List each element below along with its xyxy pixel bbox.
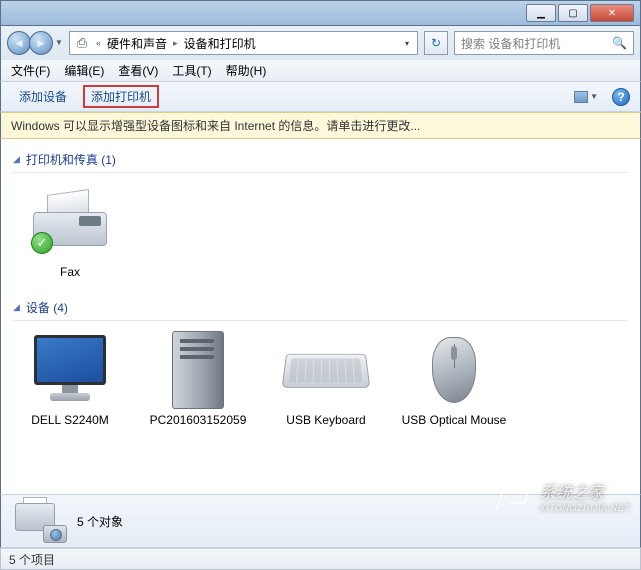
default-check-icon: ✓ <box>31 232 53 254</box>
address-dropdown[interactable]: ▾ <box>401 39 413 48</box>
watermark-sub: XITONGZHIJIA.NET <box>540 503 630 513</box>
item-pc-label: PC201603152059 <box>143 413 253 427</box>
keyboard-icon <box>282 331 370 409</box>
breadcrumb-devices[interactable]: 设备和打印机 <box>184 35 256 52</box>
menu-file[interactable]: 文件(F) <box>11 62 50 79</box>
search-icon: 🔍 <box>612 36 627 50</box>
item-fax-label: Fax <box>15 265 125 279</box>
nav-buttons: ◄ ► ▼ <box>7 30 63 56</box>
search-placeholder: 搜索 设备和打印机 <box>461 35 560 52</box>
details-icon <box>11 499 67 543</box>
group-printers-header[interactable]: ◢ 打印机和传真 (1) <box>13 145 628 173</box>
menu-bar: 文件(F) 编辑(E) 查看(V) 工具(T) 帮助(H) <box>0 60 641 82</box>
details-pane: 5 个对象 系统之家 XITONGZHIJIA.NET <box>0 494 641 548</box>
address-bar[interactable]: ⎙ « 硬件和声音 ▸ 设备和打印机 ▾ <box>69 31 418 55</box>
content-area: ◢ 打印机和传真 (1) ✓ Fax ◢ 设备 (4) DELL S2240M <box>0 139 641 494</box>
collapse-icon: ◢ <box>13 154 20 165</box>
item-fax[interactable]: ✓ Fax <box>15 183 125 279</box>
info-bar[interactable]: Windows 可以显示增强型设备图标和来自 Internet 的信息。请单击进… <box>0 112 641 139</box>
nav-history-dropdown[interactable]: ▼ <box>55 38 63 47</box>
close-button[interactable]: ✕ <box>590 4 634 22</box>
status-text: 5 个项目 <box>9 551 55 568</box>
toolbar-right: ▼ ? <box>574 88 630 106</box>
group-devices-header[interactable]: ◢ 设备 (4) <box>13 293 628 321</box>
menu-tools[interactable]: 工具(T) <box>172 62 211 79</box>
add-device-button[interactable]: 添加设备 <box>11 85 75 108</box>
back-button[interactable]: ◄ <box>7 31 31 55</box>
breadcrumb-sep1: « <box>94 38 103 48</box>
chevron-right-icon[interactable]: ▸ <box>171 38 180 49</box>
group-devices-items: DELL S2240M PC201603152059 USB Keyboard … <box>13 327 628 441</box>
help-button[interactable]: ? <box>612 88 630 106</box>
forward-button[interactable]: ► <box>29 31 53 55</box>
group-printers-items: ✓ Fax <box>13 179 628 293</box>
view-icon <box>574 91 588 103</box>
navigation-bar: ◄ ► ▼ ⎙ « 硬件和声音 ▸ 设备和打印机 ▾ ↻ 搜索 设备和打印机 🔍 <box>0 26 641 60</box>
breadcrumb-hardware[interactable]: 硬件和声音 <box>107 35 167 52</box>
item-monitor-label: DELL S2240M <box>15 413 125 427</box>
maximize-button[interactable]: ▢ <box>558 4 588 22</box>
item-monitor[interactable]: DELL S2240M <box>15 331 125 427</box>
view-mode-button[interactable]: ▼ <box>574 91 598 103</box>
search-input[interactable]: 搜索 设备和打印机 🔍 <box>454 31 634 55</box>
collapse-icon: ◢ <box>13 302 20 313</box>
menu-help[interactable]: 帮助(H) <box>226 62 267 79</box>
mouse-icon <box>410 331 498 409</box>
item-pc[interactable]: PC201603152059 <box>143 331 253 427</box>
item-mouse-label: USB Optical Mouse <box>399 413 509 427</box>
fax-icon: ✓ <box>26 183 114 261</box>
item-keyboard[interactable]: USB Keyboard <box>271 331 381 427</box>
item-mouse[interactable]: USB Optical Mouse <box>399 331 509 427</box>
status-bar: 5 个项目 <box>0 548 641 570</box>
refresh-button[interactable]: ↻ <box>424 31 448 55</box>
group-printers-title: 打印机和传真 (1) <box>26 151 116 168</box>
details-count: 5 个对象 <box>77 513 123 530</box>
chevron-down-icon: ▼ <box>590 92 598 101</box>
command-bar: 添加设备 添加打印机 ▼ ? <box>0 82 641 112</box>
group-devices-title: 设备 (4) <box>26 299 68 316</box>
item-keyboard-label: USB Keyboard <box>271 413 381 427</box>
monitor-icon <box>26 331 114 409</box>
menu-view[interactable]: 查看(V) <box>118 62 158 79</box>
minimize-button[interactable]: ▁ <box>526 4 556 22</box>
menu-edit[interactable]: 编辑(E) <box>64 62 104 79</box>
window-titlebar: ▁ ▢ ✕ <box>0 0 641 26</box>
devices-icon: ⎙ <box>74 35 90 51</box>
tower-icon <box>154 331 242 409</box>
add-printer-button[interactable]: 添加打印机 <box>83 85 159 108</box>
